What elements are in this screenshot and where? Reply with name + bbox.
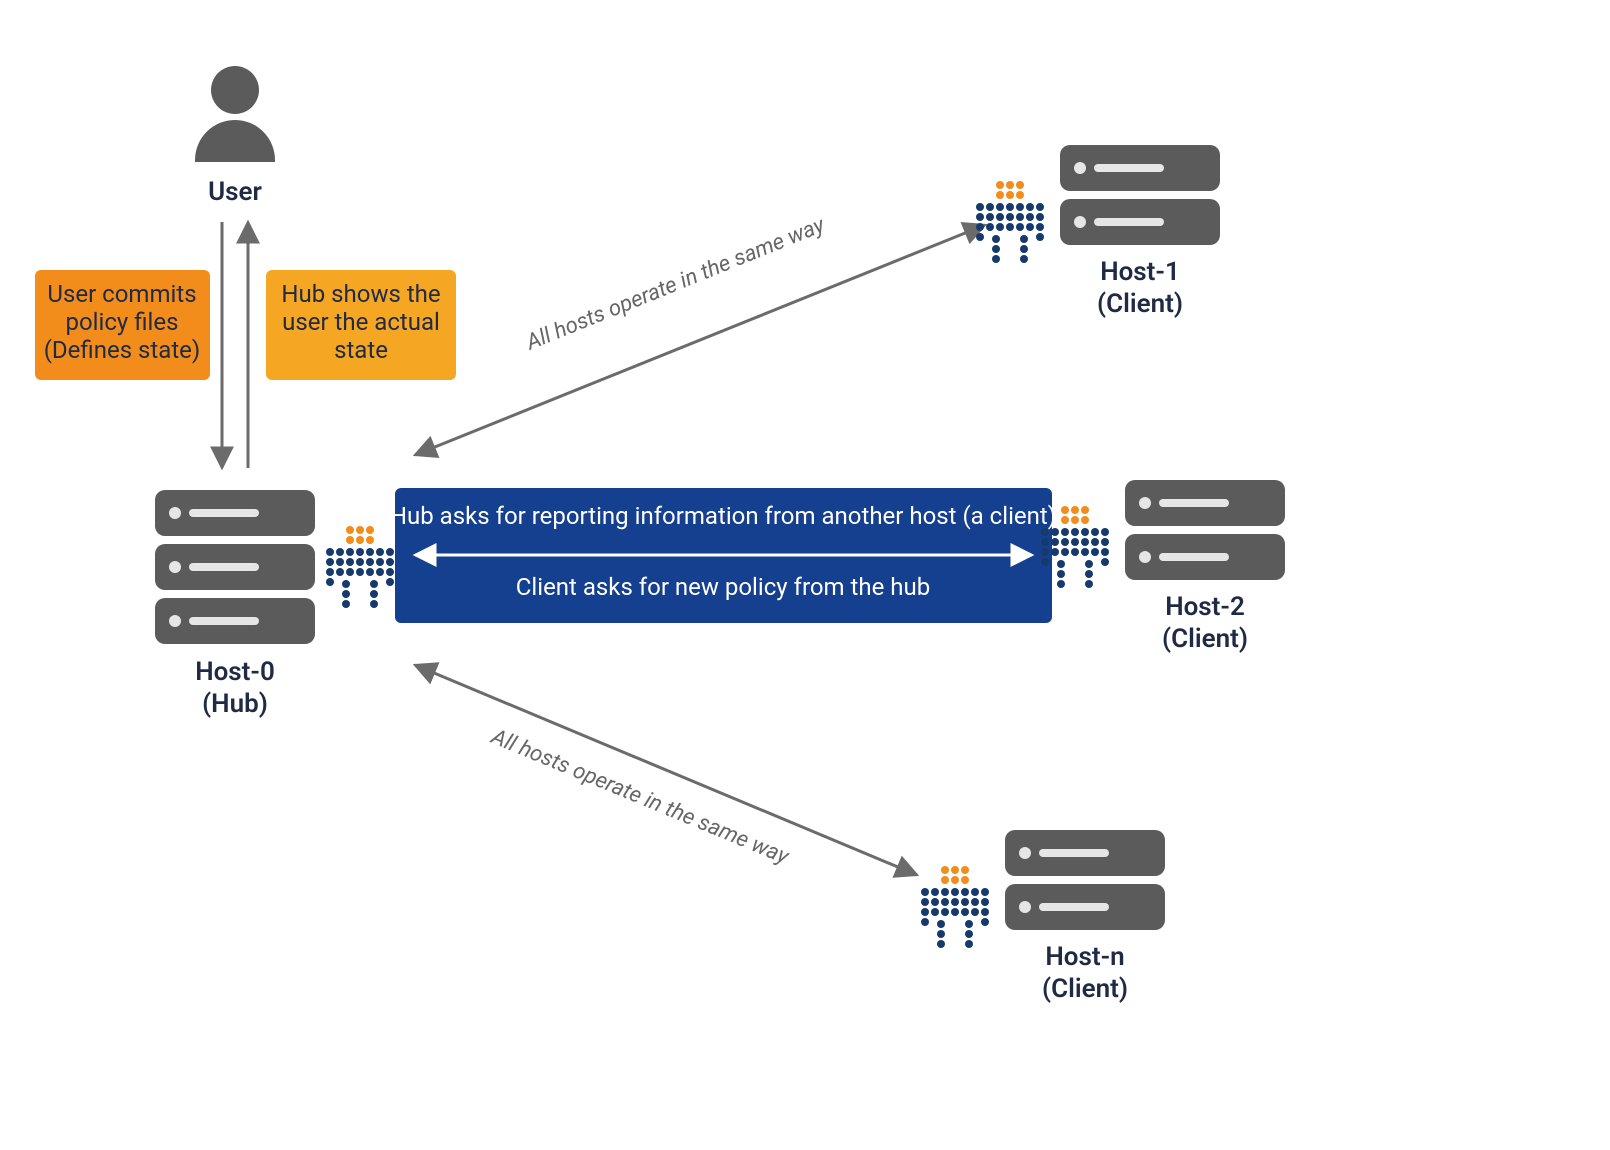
- server-stack-icon: [1060, 145, 1220, 245]
- node-host1-client: Host-1 (Client): [976, 145, 1220, 319]
- callout-right-line3: state: [334, 336, 388, 364]
- server-stack-icon: [1005, 830, 1165, 930]
- callout-hub-shows: Hub shows the user the actual state: [266, 270, 456, 380]
- host0-label-line2: (Hub): [202, 689, 268, 719]
- node-host0-hub: Host-0 (Hub): [155, 490, 394, 719]
- agent-icon: [326, 526, 394, 608]
- hostn-label-line2: (Client): [1042, 974, 1128, 1004]
- callout-user-commits: User commits policy files (Defines state…: [35, 270, 210, 380]
- server-stack-icon: [155, 490, 315, 644]
- host0-label-line1: Host-0: [195, 657, 275, 687]
- callout-left-line1: User commits: [47, 280, 196, 308]
- center-top-text: Hub asks for reporting information from …: [390, 502, 1056, 530]
- host2-label-line1: Host-2: [1165, 592, 1245, 622]
- agent-icon: [921, 866, 989, 948]
- arrow-hub-hostn: [415, 665, 917, 875]
- center-bottom-text: Client asks for new policy from the hub: [516, 573, 930, 601]
- callout-left-line3: (Defines state): [44, 336, 201, 364]
- agent-icon: [976, 181, 1044, 263]
- arrow-hub-host1: [415, 225, 985, 455]
- host2-label-line2: (Client): [1162, 624, 1248, 654]
- user-icon: [195, 66, 275, 162]
- server-stack-icon: [1125, 480, 1285, 580]
- host1-label-line2: (Client): [1097, 289, 1183, 319]
- architecture-diagram: User User commits policy files (Defines …: [0, 0, 1610, 1150]
- user-label: User: [208, 177, 262, 207]
- host1-label-line1: Host-1: [1100, 257, 1180, 287]
- callout-right-line2: user the actual: [282, 308, 440, 336]
- callout-right-line1: Hub shows the: [281, 280, 440, 308]
- hostn-label-line1: Host-n: [1045, 942, 1124, 972]
- node-hostn-client: Host-n (Client): [921, 830, 1165, 1004]
- node-user: User: [195, 66, 275, 207]
- edge-label-bottom: All hosts operate in the same way: [487, 724, 793, 870]
- edge-label-top: All hosts operate in the same way: [522, 213, 829, 356]
- callout-left-line2: policy files: [66, 308, 179, 336]
- callout-center-hub-client: Hub asks for reporting information from …: [390, 488, 1056, 623]
- node-host2-client: Host-2 (Client): [1041, 480, 1285, 654]
